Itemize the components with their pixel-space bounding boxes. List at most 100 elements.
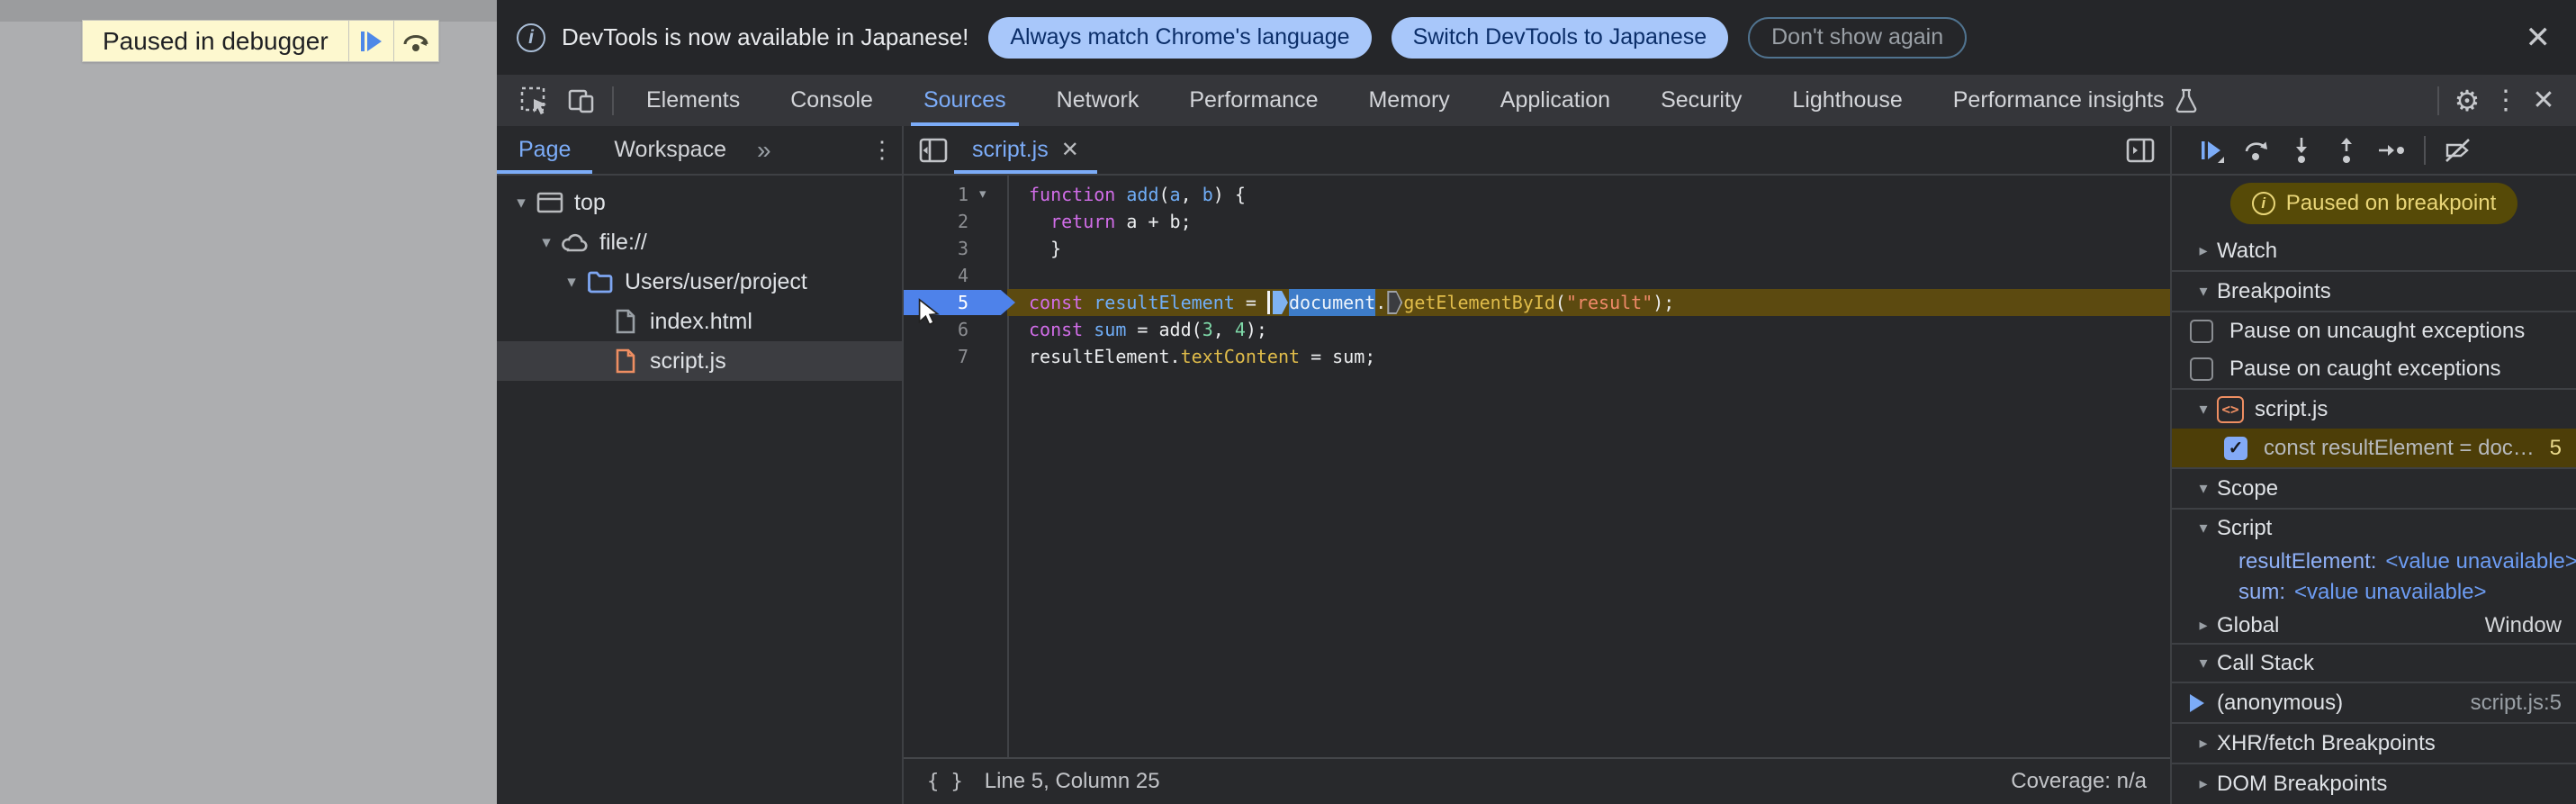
continue-to-location-marker-icon[interactable]	[1387, 291, 1403, 314]
breakpoint-entry[interactable]: ✓ const resultElement = doc… 5	[2172, 429, 2576, 467]
expand-triangle-icon[interactable]: ▾	[535, 232, 558, 253]
pretty-print-icon[interactable]: { }	[927, 771, 963, 793]
section-breakpoints[interactable]: ▾ Breakpoints	[2172, 270, 2576, 311]
line-number[interactable]: 7	[958, 343, 968, 370]
scope-variable-sum[interactable]: sum: <value unavailable>	[2172, 577, 2576, 608]
switch-to-japanese-button[interactable]: Switch DevTools to Japanese	[1391, 16, 1729, 59]
always-match-language-button[interactable]: Always match Chrome's language	[988, 16, 1372, 59]
code-line-paused[interactable]: 5 const resultElement = document. getEleme…	[904, 289, 2170, 326]
collapse-triangle-icon[interactable]: ▸	[2190, 616, 2217, 635]
settings-gear-icon[interactable]: ⚙	[2446, 84, 2488, 118]
line-number[interactable]: 3	[958, 235, 968, 262]
notification-close-icon[interactable]: ✕	[2526, 20, 2552, 56]
dont-show-again-button[interactable]: Don't show again	[1748, 16, 1968, 59]
code-line-content[interactable]: function add(a, b) {	[1007, 181, 2170, 208]
banner-step-over-button[interactable]	[392, 21, 438, 61]
scope-variable-resultelement[interactable]: resultElement: <value unavailable>	[2172, 547, 2576, 577]
code-line[interactable]: 2 return a + b;	[904, 208, 2170, 235]
tree-item-script-js[interactable]: script.js	[497, 341, 902, 381]
more-tabs-chevron-icon[interactable]: »	[748, 136, 780, 165]
expand-triangle-icon[interactable]: ▾	[509, 193, 533, 213]
tab-console[interactable]: Console	[765, 75, 898, 126]
line-gutter[interactable]: 3	[904, 235, 1007, 262]
tab-lighthouse[interactable]: Lighthouse	[1767, 75, 1927, 126]
inspect-element-icon[interactable]	[511, 80, 558, 122]
code-line-content[interactable]: }	[1007, 235, 2170, 262]
tree-item-file-scheme[interactable]: ▾ file://	[497, 222, 902, 262]
tab-security[interactable]: Security	[1635, 75, 1767, 126]
section-watch[interactable]: ▸ Watch	[2172, 231, 2576, 270]
more-options-icon[interactable]: ⋮	[2488, 85, 2524, 116]
tree-item-project-folder[interactable]: ▾ Users/user/project	[497, 262, 902, 302]
pause-caught-row[interactable]: Pause on caught exceptions	[2172, 349, 2576, 388]
continue-to-location-marker-icon[interactable]	[1272, 291, 1288, 314]
line-gutter[interactable]: ▾ 1	[904, 181, 1007, 208]
step-over-icon[interactable]	[2237, 131, 2276, 170]
editor-tab-script-js[interactable]: script.js ✕	[954, 126, 1097, 174]
collapse-triangle-icon[interactable]: ▾	[2190, 519, 2217, 538]
toggle-navigator-panel-icon[interactable]	[913, 131, 954, 170]
breakpoint-group-script-js[interactable]: ▾ <> script.js	[2172, 388, 2576, 429]
code-line-content[interactable]: const resultElement = document. getElemen…	[1007, 289, 2170, 316]
code-line[interactable]: 3 }	[904, 235, 2170, 262]
code-line-content[interactable]: return a + b;	[1007, 208, 2170, 235]
fold-triangle-icon[interactable]: ▾	[979, 181, 986, 208]
line-number[interactable]: 2	[958, 208, 968, 235]
checkbox-unchecked[interactable]	[2190, 319, 2213, 343]
devtools-close-icon[interactable]: ✕	[2524, 85, 2563, 116]
scope-global-group[interactable]: ▸ Global Window	[2172, 608, 2576, 643]
toggle-device-toolbar-icon[interactable]	[558, 80, 605, 122]
expand-triangle-icon[interactable]: ▾	[560, 272, 583, 293]
scope-script-group[interactable]: ▾ Script	[2172, 508, 2576, 547]
line-gutter[interactable]: 2	[904, 208, 1007, 235]
line-gutter[interactable]: 4	[904, 262, 1007, 289]
step-into-icon[interactable]	[2282, 131, 2321, 170]
code-line-content[interactable]	[1007, 262, 2170, 289]
navigator-more-menu-icon[interactable]: ⋮	[862, 136, 902, 164]
section-xhr-breakpoints[interactable]: ▸ XHR/fetch Breakpoints	[2172, 722, 2576, 763]
line-number[interactable]: 6	[958, 316, 968, 343]
tree-item-index-html[interactable]: index.html	[497, 302, 902, 341]
checkbox-checked[interactable]: ✓	[2224, 436, 2247, 460]
banner-resume-button[interactable]	[347, 21, 393, 61]
pause-uncaught-row[interactable]: Pause on uncaught exceptions	[2172, 311, 2576, 349]
tab-close-icon[interactable]: ✕	[1061, 137, 1079, 163]
navigator-tab-workspace[interactable]: Workspace	[592, 126, 748, 174]
collapse-triangle-icon[interactable]: ▾	[2190, 400, 2217, 419]
call-stack-frame[interactable]: (anonymous) script.js:5	[2172, 682, 2576, 722]
toggle-debugger-panel-icon[interactable]	[2120, 131, 2161, 170]
tab-application[interactable]: Application	[1475, 75, 1635, 126]
navigator-tab-page[interactable]: Page	[497, 126, 593, 174]
code-line[interactable]: 4	[904, 262, 2170, 289]
step-out-icon[interactable]	[2327, 131, 2366, 170]
line-number[interactable]: 4	[958, 262, 968, 289]
collapse-triangle-icon[interactable]: ▾	[2190, 654, 2217, 673]
code-line-content[interactable]: resultElement. textContent = sum;	[1007, 343, 2170, 370]
code-line[interactable]: 7 resultElement. textContent = sum;	[904, 343, 2170, 370]
collapse-triangle-icon[interactable]: ▸	[2190, 774, 2217, 793]
checkbox-unchecked[interactable]	[2190, 357, 2213, 381]
tab-sources[interactable]: Sources	[898, 75, 1031, 126]
resume-script-icon[interactable]	[2192, 131, 2231, 170]
tab-elements[interactable]: Elements	[621, 75, 765, 126]
line-gutter[interactable]: 5	[904, 289, 1015, 326]
code-editor[interactable]: ▾ 1 function add(a, b) {2 return a + b; 3 }…	[904, 176, 2170, 757]
tab-performance[interactable]: Performance	[1164, 75, 1343, 126]
line-gutter[interactable]: 7	[904, 343, 1007, 370]
collapse-triangle-icon[interactable]: ▾	[2190, 282, 2217, 301]
line-number[interactable]: 1	[958, 181, 968, 208]
collapse-triangle-icon[interactable]: ▸	[2190, 241, 2217, 260]
tab-memory[interactable]: Memory	[1343, 75, 1474, 126]
tab-network[interactable]: Network	[1031, 75, 1165, 126]
section-dom-breakpoints[interactable]: ▸ DOM Breakpoints	[2172, 763, 2576, 803]
section-scope[interactable]: ▾ Scope	[2172, 467, 2576, 508]
line-number[interactable]: 5	[958, 289, 968, 316]
collapse-triangle-icon[interactable]: ▸	[2190, 734, 2217, 753]
code-line-content[interactable]: const sum = add(3, 4);	[1007, 316, 2170, 343]
tab-performance-insights[interactable]: Performance insights	[1928, 75, 2222, 126]
section-call-stack[interactable]: ▾ Call Stack	[2172, 643, 2576, 682]
collapse-triangle-icon[interactable]: ▾	[2190, 479, 2217, 498]
step-icon[interactable]	[2372, 131, 2411, 170]
deactivate-breakpoints-icon[interactable]	[2438, 131, 2478, 170]
code-line[interactable]: 6 const sum = add(3, 4);	[904, 316, 2170, 343]
